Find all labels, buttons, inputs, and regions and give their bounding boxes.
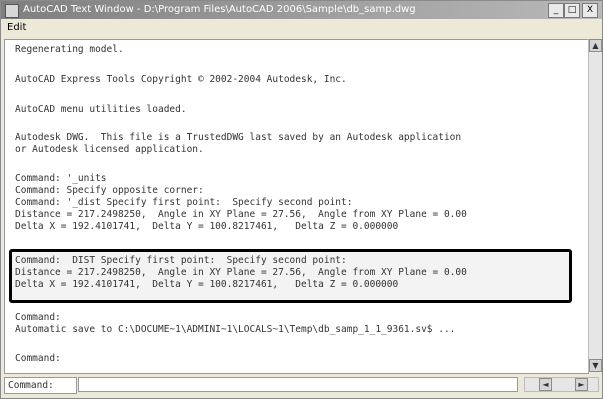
close-button[interactable]: X — [582, 3, 598, 18]
history-line: Command: Specify opposite corner: — [15, 185, 204, 196]
history-line: Regenerating model. — [15, 44, 124, 55]
history-line: Command: '_dist Specify first point: Spe… — [15, 197, 353, 208]
command-label: Command: — [4, 377, 77, 394]
history-line: Autodesk DWG. This file is a TrustedDWG … — [15, 132, 462, 143]
command-history[interactable]: Regenerating model. AutoCAD Express Tool… — [4, 39, 589, 374]
window-title: AutoCAD Text Window - D:\Program Files\A… — [23, 4, 416, 15]
history-line: or Autodesk licensed application. — [15, 144, 204, 155]
history-line: Automatic save to C:\DOCUME~1\ADMINI~1\L… — [15, 324, 456, 335]
command-input[interactable] — [78, 377, 518, 392]
command-bar: Command: ◄ ► — [4, 375, 601, 395]
history-line: AutoCAD Express Tools Copyright © 2002-2… — [15, 74, 347, 85]
menu-edit[interactable]: Edit — [7, 19, 26, 37]
scroll-up-button[interactable]: ▲ — [589, 39, 602, 52]
history-line: Delta X = 192.4101741, Delta Y = 100.821… — [15, 221, 399, 232]
title-bar[interactable]: AutoCAD Text Window - D:\Program Files\A… — [1, 1, 602, 19]
history-line: Distance = 217.2498250, Angle in XY Plan… — [15, 267, 467, 278]
scroll-right-button[interactable]: ► — [575, 378, 588, 391]
minimize-button[interactable]: _ — [548, 3, 564, 18]
history-line: Command: — [15, 312, 61, 323]
history-line: Distance = 217.2498250, Angle in XY Plan… — [15, 209, 467, 220]
horizontal-scrollbar[interactable]: ◄ ► — [524, 377, 599, 392]
maximize-button[interactable]: □ — [564, 3, 580, 18]
scroll-down-button[interactable]: ▼ — [589, 359, 602, 372]
history-line: Command: — [15, 353, 61, 364]
history-line: Delta X = 192.4101741, Delta Y = 100.821… — [15, 279, 399, 290]
app-icon — [5, 4, 19, 18]
vertical-scrollbar[interactable]: ▲ ▼ — [588, 39, 602, 372]
history-line: Command: '_units — [15, 173, 107, 184]
menu-bar: Edit — [1, 19, 602, 37]
history-line: Command: DIST Specify first point: Speci… — [15, 255, 347, 266]
history-line: AutoCAD menu utilities loaded. — [15, 104, 187, 115]
scroll-left-button[interactable]: ◄ — [539, 378, 552, 391]
autocad-text-window: AutoCAD Text Window - D:\Program Files\A… — [0, 0, 603, 399]
